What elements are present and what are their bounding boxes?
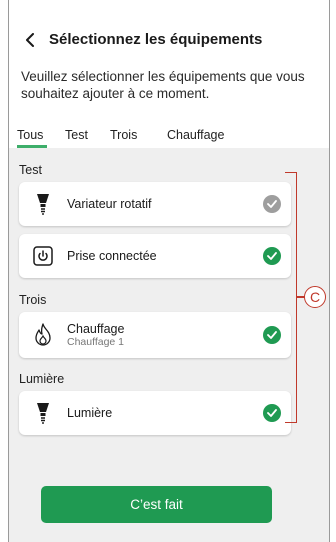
check-circle-icon[interactable] [263,404,281,422]
device-name: Lumière [67,406,113,420]
tab-tous[interactable]: Tous [17,128,43,142]
tab-chauffage[interactable]: Chauffage [167,128,224,142]
check-circle-icon[interactable] [263,195,281,213]
page-title: Sélectionnez les équipements [49,31,263,48]
section-label-trois: Trois [19,293,47,307]
device-name: Prise connectée [67,249,157,263]
flame-icon [31,322,55,348]
check-circle-icon[interactable] [263,326,281,344]
device-subtitle: Chauffage 1 [67,336,125,348]
device-name: Chauffage [67,322,125,336]
power-plug-icon [31,243,55,269]
device-list: Test Variateur rotatif Prise connectée T… [9,148,329,542]
bulb-icon [31,191,55,217]
callout-badge: C [304,286,326,308]
header: Sélectionnez les équipements Veuillez sé… [9,0,329,148]
tab-test[interactable]: Test [65,128,88,142]
tab-trois[interactable]: Trois [110,128,137,142]
device-card-variateur-rotatif[interactable]: Variateur rotatif [19,182,291,226]
chevron-left-icon [26,33,34,47]
section-label-lumiere: Lumière [19,372,65,386]
device-card-lumiere[interactable]: Lumière [19,391,291,435]
device-card-chauffage[interactable]: Chauffage Chauffage 1 [19,312,291,358]
filter-tabs: Tous Test Trois Chauffage [9,126,329,148]
back-button[interactable] [22,31,38,49]
callout-bracket [285,172,297,423]
page-subtitle: Veuillez sélectionner les équipements qu… [21,69,305,101]
device-card-prise-connectee[interactable]: Prise connectée [19,234,291,278]
device-name: Variateur rotatif [67,197,152,211]
check-circle-icon[interactable] [263,247,281,265]
bulb-icon [31,400,55,426]
done-button[interactable]: C’est fait [41,486,272,523]
app-frame: Sélectionnez les équipements Veuillez sé… [8,0,330,542]
section-label-test: Test [19,163,42,177]
